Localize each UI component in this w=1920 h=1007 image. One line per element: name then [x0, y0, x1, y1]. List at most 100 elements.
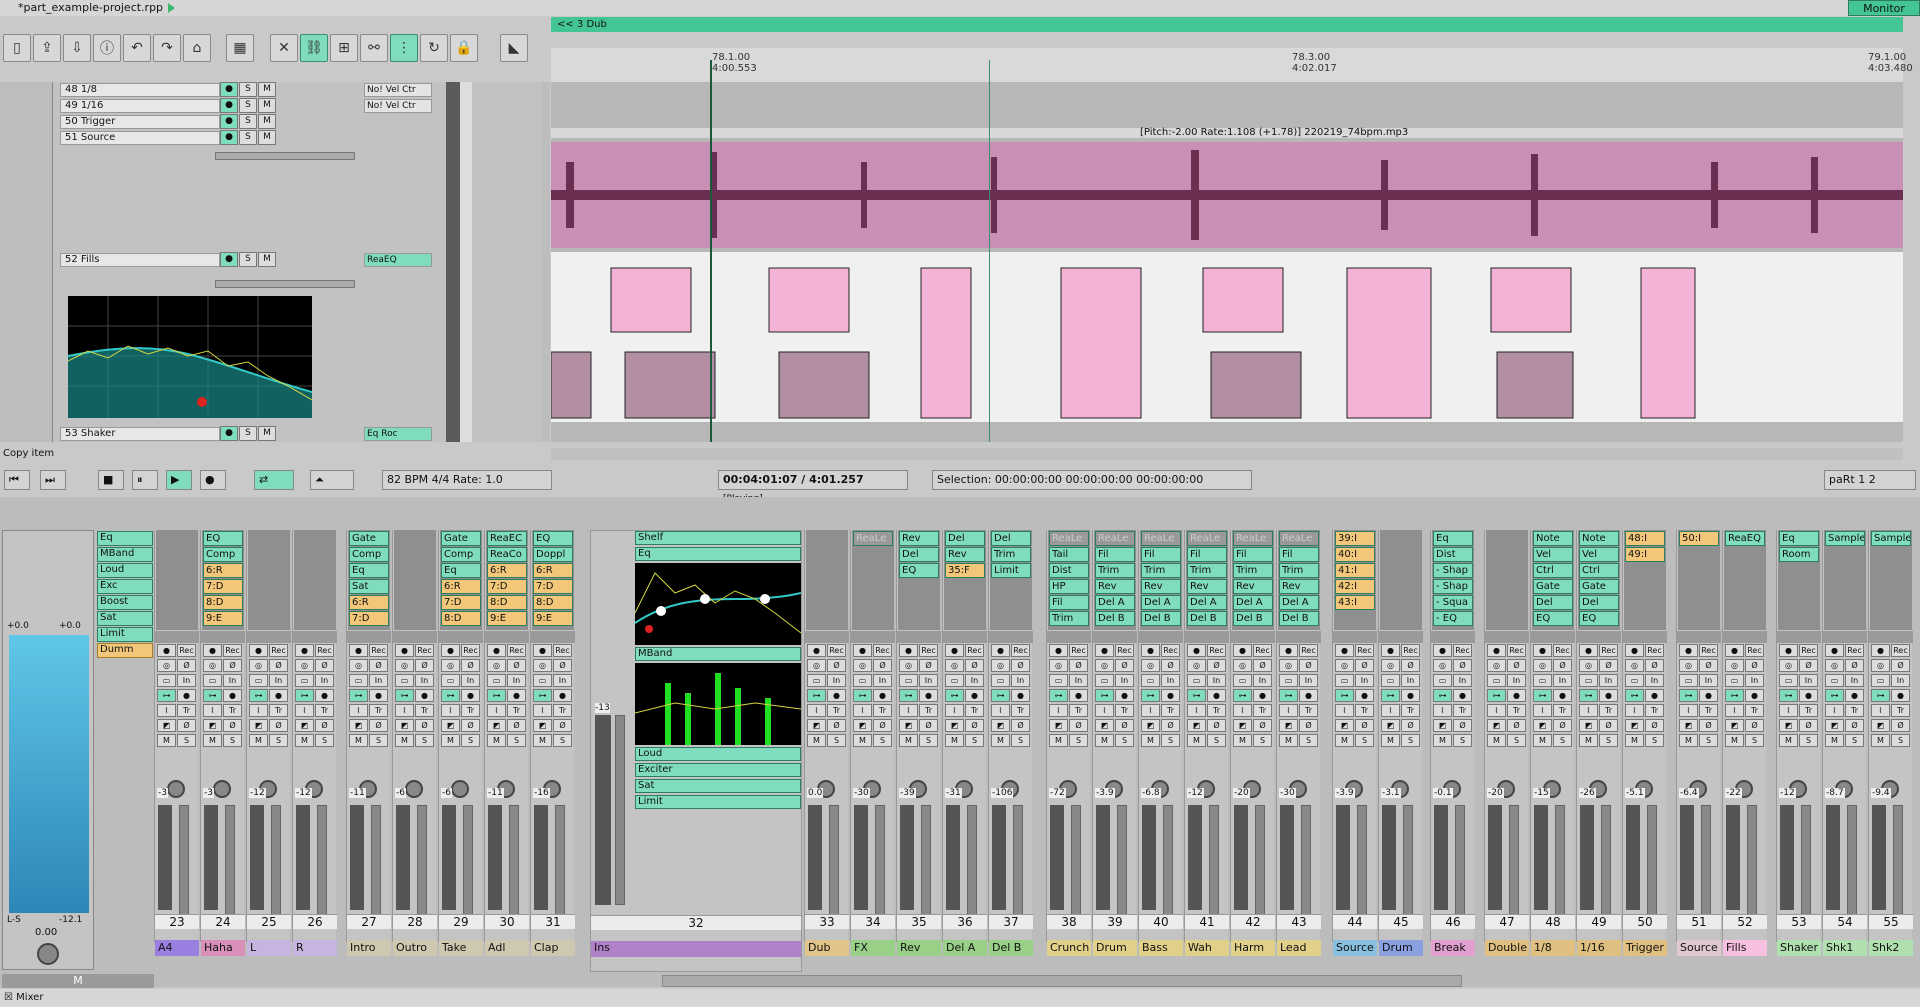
track-name[interactable]: Del B — [989, 940, 1033, 956]
phase-icon[interactable]: Ø — [827, 659, 846, 672]
fx-slot[interactable]: Del — [1579, 595, 1619, 610]
fx-slot[interactable]: 8:D — [487, 595, 527, 610]
volume-fader[interactable] — [1847, 805, 1857, 915]
fx-enable-icon[interactable]: ● — [369, 689, 388, 702]
rec-button[interactable]: Rec — [1553, 644, 1572, 657]
mute-button[interactable]: M — [258, 252, 276, 267]
input-icon[interactable]: ▭ — [899, 674, 918, 687]
route-icon[interactable]: ⊶ — [807, 689, 826, 702]
route-icon[interactable]: ⊶ — [1095, 689, 1114, 702]
fx-slot[interactable]: - Shap — [1433, 579, 1473, 594]
fx-enable-icon[interactable]: ● — [1355, 689, 1374, 702]
input-button[interactable]: In — [1645, 674, 1664, 687]
env-icon[interactable]: ⌇ — [945, 704, 964, 717]
trim-button[interactable]: Tr — [553, 704, 572, 717]
solo-button[interactable]: S — [1401, 734, 1420, 747]
fx-chain-icon[interactable]: ◩ — [1141, 719, 1160, 732]
fx-slot[interactable]: Del — [991, 531, 1031, 546]
phase-invert-icon[interactable]: Ø — [1553, 719, 1572, 732]
track-row[interactable]: 51 Source ● S M — [52, 130, 542, 146]
fx-slot[interactable]: Ctrl — [1579, 563, 1619, 578]
rec-button[interactable]: Rec — [1207, 644, 1226, 657]
input-button[interactable]: In — [507, 674, 526, 687]
phase-invert-icon[interactable]: Ø — [1401, 719, 1420, 732]
fx-slot[interactable]: Tail — [1049, 547, 1089, 562]
track-name[interactable]: 48 1/8 — [60, 83, 220, 97]
fx-slot[interactable]: Rev — [1279, 579, 1319, 594]
env-icon[interactable]: ⌇ — [295, 704, 314, 717]
input-icon[interactable]: ▭ — [1579, 674, 1598, 687]
input-button[interactable]: In — [415, 674, 434, 687]
fx-enable-icon[interactable]: ● — [1553, 689, 1572, 702]
track-name[interactable]: Take — [439, 940, 483, 956]
solo-button[interactable]: S — [1645, 734, 1664, 747]
track-row[interactable]: 48 1/8 ● S M No! Vel Ctr — [52, 82, 542, 98]
phase-icon[interactable]: Ø — [1161, 659, 1180, 672]
fx-chain-icon[interactable]: ◩ — [349, 719, 368, 732]
monitor-icon[interactable]: ◎ — [899, 659, 918, 672]
route-icon[interactable]: ⊶ — [1871, 689, 1890, 702]
fx-slot[interactable]: 6:R — [349, 595, 389, 610]
phase-icon[interactable]: Ø — [1299, 659, 1318, 672]
fills-track-items[interactable] — [551, 252, 1903, 422]
trim-button[interactable]: Tr — [1891, 704, 1910, 717]
phase-invert-icon[interactable]: Ø — [507, 719, 526, 732]
rec-button[interactable]: Rec — [1299, 644, 1318, 657]
fx-slot[interactable]: 9:E — [487, 611, 527, 626]
monitor-icon[interactable]: ◎ — [1679, 659, 1698, 672]
record-arm-icon[interactable]: ● — [1679, 644, 1698, 657]
fx-slot[interactable]: Fil — [1049, 595, 1089, 610]
track-name[interactable]: 52 Fills — [60, 253, 220, 267]
track-name[interactable]: Trigger — [1623, 940, 1667, 956]
mute-button[interactable]: M — [1095, 734, 1114, 747]
monitor-icon[interactable]: ◎ — [1579, 659, 1598, 672]
monitor-icon[interactable]: ◎ — [1335, 659, 1354, 672]
fx-slot[interactable]: Rev — [1141, 579, 1181, 594]
input-button[interactable]: In — [827, 674, 846, 687]
input-button[interactable]: In — [1699, 674, 1718, 687]
mute-button[interactable]: M — [1487, 734, 1506, 747]
source-waveform-item[interactable] — [551, 142, 1903, 248]
fx-slot[interactable]: Note — [1579, 531, 1619, 546]
fx-slot[interactable]: 8:D — [533, 595, 573, 610]
fx-slot[interactable]: Eq — [441, 563, 481, 578]
phase-icon[interactable]: Ø — [1011, 659, 1030, 672]
route-icon[interactable]: ⊶ — [349, 689, 368, 702]
fx-enable-icon[interactable]: ● — [1845, 689, 1864, 702]
fx-slot[interactable]: Boost — [97, 595, 153, 610]
fx-chain-icon[interactable]: ◩ — [157, 719, 176, 732]
fx-slot[interactable]: Del A — [1279, 595, 1319, 610]
phase-invert-icon[interactable]: Ø — [873, 719, 892, 732]
track-name[interactable]: Wah — [1185, 940, 1229, 956]
fx-slot[interactable]: Sample — [1871, 531, 1911, 546]
input-button[interactable]: In — [1401, 674, 1420, 687]
route-icon[interactable]: ⊶ — [1381, 689, 1400, 702]
phase-invert-icon[interactable]: Ø — [369, 719, 388, 732]
env-icon[interactable]: ⌇ — [533, 704, 552, 717]
volume-fader[interactable] — [829, 805, 839, 915]
trim-button[interactable]: Tr — [177, 704, 196, 717]
env-icon[interactable]: ⌇ — [991, 704, 1010, 717]
loop-icon[interactable]: ↻ — [420, 34, 448, 62]
fx-slot[interactable]: 50:I — [1679, 531, 1719, 546]
fx-slot[interactable]: Rev — [945, 547, 985, 562]
track-name[interactable]: Double — [1485, 940, 1529, 956]
mute-button[interactable]: M — [487, 734, 506, 747]
track-volume-slider[interactable] — [215, 280, 355, 288]
monitor-icon[interactable]: ◎ — [1381, 659, 1400, 672]
track-name[interactable]: Outro — [393, 940, 437, 956]
fx-slot[interactable]: EQ — [533, 531, 573, 546]
route-icon[interactable]: ⊶ — [1679, 689, 1698, 702]
fx-slot[interactable]: ReaEQ — [364, 253, 432, 267]
rec-button[interactable]: Rec — [177, 644, 196, 657]
input-icon[interactable]: ▭ — [1779, 674, 1798, 687]
env-icon[interactable]: ⌇ — [1533, 704, 1552, 717]
track-name[interactable]: FX — [851, 940, 895, 956]
record-arm-icon[interactable]: ● — [1825, 644, 1844, 657]
trim-button[interactable]: Tr — [369, 704, 388, 717]
monitor-icon[interactable]: ◎ — [1233, 659, 1252, 672]
fx-slot[interactable]: ReaLe — [1141, 531, 1181, 546]
volume-fader[interactable] — [1701, 805, 1711, 915]
fx-slot[interactable]: 7:D — [441, 595, 481, 610]
volume-fader[interactable] — [1647, 805, 1657, 915]
